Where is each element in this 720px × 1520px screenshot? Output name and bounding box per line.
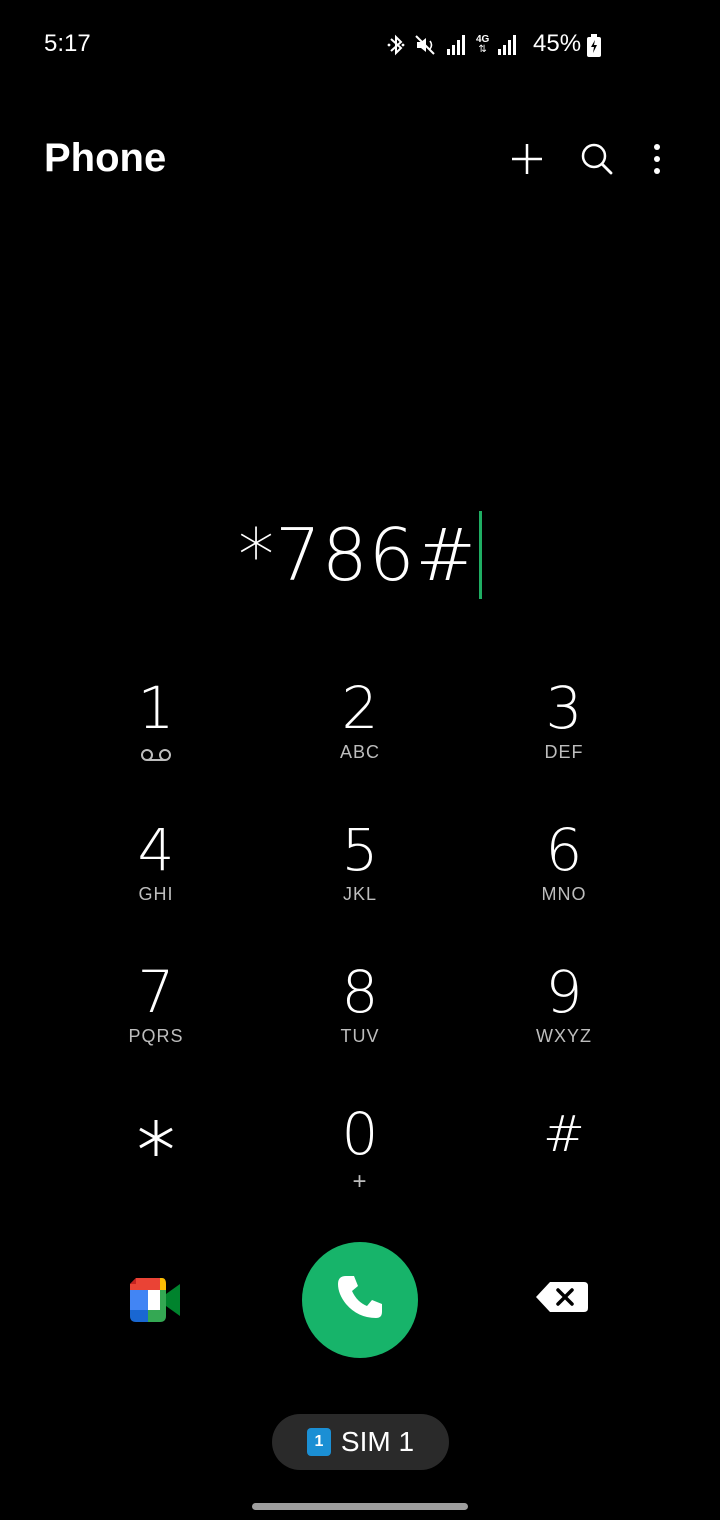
key-hash[interactable]: # — [462, 1096, 666, 1238]
bluetooth-icon — [386, 33, 406, 57]
sim-selector[interactable]: 1 SIM 1 — [272, 1414, 449, 1470]
search-button[interactable] — [562, 136, 632, 186]
page-title: Phone — [44, 136, 167, 180]
key-digit: 7 — [137, 958, 175, 1026]
key-letters: MNO — [541, 884, 587, 904]
key-6[interactable]: 6 MNO — [462, 812, 666, 954]
call-button[interactable] — [302, 1242, 418, 1358]
key-letters: WXYZ — [536, 1026, 592, 1046]
key-letters: DEF — [544, 742, 584, 762]
dial-display[interactable]: *786# — [0, 505, 720, 605]
google-meet-icon — [126, 1278, 184, 1330]
mute-icon — [414, 33, 438, 57]
text-cursor — [478, 511, 482, 599]
sim-1-icon: 1 — [306, 1428, 331, 1456]
key-8[interactable]: 8 TUV — [258, 954, 462, 1096]
key-4[interactable]: 4 GHI — [54, 812, 258, 954]
key-5[interactable]: 5 JKL — [258, 812, 462, 954]
key-letters: + — [352, 1168, 368, 1195]
gesture-home-bar[interactable] — [252, 1503, 468, 1510]
more-options-button[interactable] — [632, 136, 682, 186]
key-digit: 9 — [545, 958, 583, 1026]
voicemail-icon — [140, 744, 172, 766]
battery-percent: 45% — [533, 30, 582, 57]
video-call-button[interactable] — [126, 1274, 184, 1326]
key-digit: 6 — [545, 816, 583, 884]
key-digit: 1 — [137, 674, 175, 742]
key-7[interactable]: 7 PQRS — [54, 954, 258, 1096]
key-digit: 3 — [545, 674, 583, 742]
key-letters: PQRS — [128, 1026, 184, 1046]
key-3[interactable]: 3 DEF — [462, 670, 666, 812]
signal-icon — [497, 34, 519, 56]
status-icons: 4G ⇅ — [386, 30, 519, 60]
add-contact-button[interactable] — [492, 136, 562, 186]
4g-icon: 4G ⇅ — [476, 34, 490, 55]
keypad: 1 2 ABC 3 DEF 4 GHI 5 JKL 6 MNO 7 PQRS 8… — [54, 670, 666, 1238]
status-time: 5:17 — [44, 30, 91, 57]
key-digit: 0 — [341, 1100, 379, 1168]
key-digit: 2 — [341, 674, 379, 742]
key-star[interactable] — [54, 1096, 258, 1238]
key-9[interactable]: 9 WXYZ — [462, 954, 666, 1096]
add-icon — [510, 142, 544, 181]
key-digit: 8 — [341, 958, 379, 1026]
battery-charging-icon — [586, 34, 602, 63]
key-digit: 4 — [137, 816, 175, 884]
key-letters: ABC — [339, 742, 380, 762]
phone-icon — [332, 1270, 388, 1331]
signal-icon — [446, 34, 468, 56]
key-2[interactable]: 2 ABC — [258, 670, 462, 812]
search-icon — [580, 142, 614, 181]
app-bar-actions — [492, 136, 682, 186]
backspace-icon — [534, 1282, 590, 1318]
key-0[interactable]: 0 + — [258, 1096, 462, 1238]
key-digit: 5 — [341, 816, 379, 884]
key-letters: TUV — [340, 1026, 380, 1046]
backspace-button[interactable] — [534, 1280, 594, 1320]
status-bar: 5:17 4G ⇅ 45% — [0, 0, 720, 90]
dialed-number[interactable]: *786# — [238, 513, 477, 597]
sim-label: SIM 1 — [340, 1426, 415, 1457]
key-1[interactable]: 1 — [54, 670, 258, 812]
key-digit: # — [543, 1105, 585, 1163]
dialer-actions — [0, 1242, 720, 1358]
key-letters: GHI — [138, 884, 174, 904]
asterisk-icon — [136, 1118, 176, 1163]
key-letters: JKL — [342, 884, 378, 904]
more-vert-icon — [653, 143, 661, 180]
